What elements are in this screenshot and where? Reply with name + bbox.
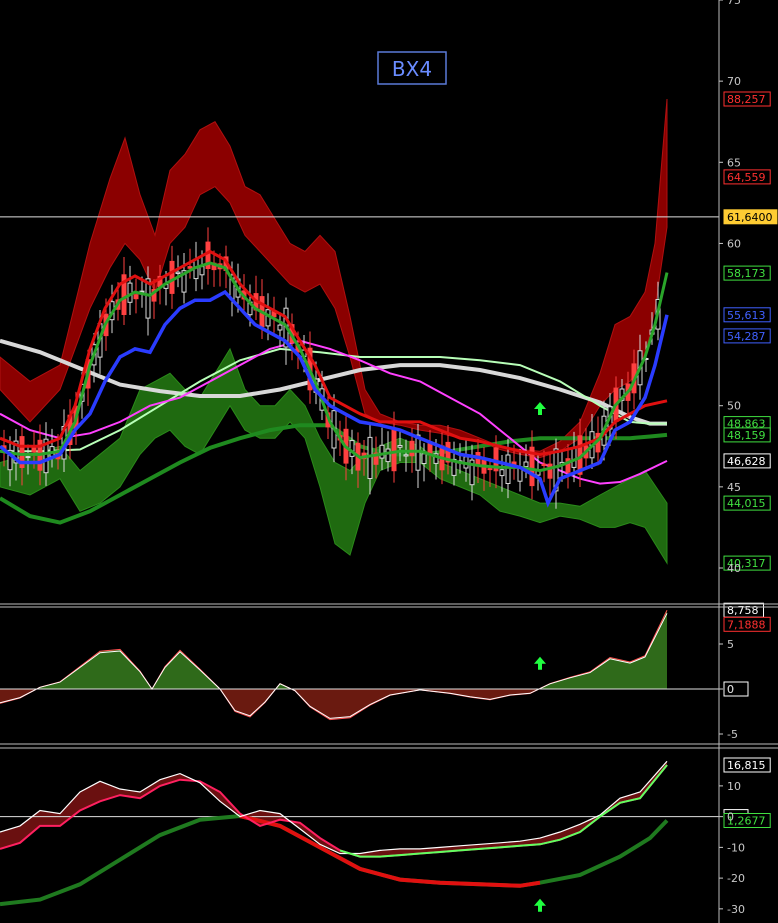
chart-canvas: 88,257 64,559 61,6400 58,173 55,613 54,287 48,…	[0, 0, 778, 923]
symbol-label: BX4	[392, 57, 432, 81]
value-tag-label: 7,1888	[727, 618, 766, 631]
candle-body	[499, 469, 505, 477]
value-tag: 46,628	[723, 453, 771, 469]
axis-tick-label: 60	[727, 237, 741, 250]
value-tag: 7,1888	[723, 616, 771, 632]
candle-body	[421, 453, 427, 464]
axis-tick-label: 0	[727, 683, 734, 696]
axis-tick-label: 45	[727, 481, 741, 494]
axis-tick-label: 50	[727, 400, 741, 413]
axis-tick-label: 10	[727, 780, 741, 793]
candle-body	[277, 324, 283, 331]
axis-tick-label: 65	[727, 156, 741, 169]
value-tag-label: 16,815	[727, 759, 766, 772]
value-tag-label: 61,6400	[727, 211, 773, 224]
candle-body	[175, 271, 181, 275]
candle-body	[367, 436, 373, 479]
value-tag: 48,159	[723, 427, 771, 443]
axis-tick-label: 5	[727, 638, 734, 651]
candle-body	[379, 444, 385, 459]
axis-tick-label: -30	[727, 903, 745, 916]
value-tag: 54,287	[723, 328, 771, 344]
candle-body	[523, 461, 529, 468]
value-tag: 16,815	[723, 757, 771, 773]
candle-body	[169, 260, 175, 294]
value-tag-label: 44,015	[727, 497, 766, 510]
value-tag: 64,559	[723, 169, 771, 185]
candle-body	[409, 440, 415, 457]
candle-body	[397, 445, 403, 448]
candle-body	[403, 454, 409, 457]
axis-tick-label: -20	[727, 872, 745, 885]
value-tag-label: 88,257	[727, 93, 766, 106]
axis-tick-label: 75	[727, 0, 741, 7]
axis-tick-label: 70	[727, 75, 741, 88]
value-tag-label: 64,559	[727, 171, 766, 184]
value-tag-label: 55,613	[727, 309, 766, 322]
value-tag: 55,613	[723, 307, 771, 323]
symbol-badge[interactable]: BX4	[377, 51, 447, 85]
candle-body	[547, 463, 553, 479]
candle-body	[25, 456, 31, 459]
candle-body	[505, 454, 511, 484]
value-tag: 61,6400	[723, 209, 778, 225]
axis-tick-label: 0	[727, 811, 734, 824]
value-tag-label: 48,159	[727, 429, 766, 442]
value-tag-label: 46,628	[727, 455, 766, 468]
candle-body	[391, 428, 397, 472]
candle-body	[541, 463, 547, 467]
axis-tick-label: 40	[727, 562, 741, 575]
candle-body	[571, 447, 577, 468]
value-tag-label: 54,287	[727, 330, 766, 343]
axis-tick-label: -5	[727, 728, 738, 741]
candle-body	[133, 294, 139, 300]
value-tag: 88,257	[723, 91, 771, 107]
value-tag-label: 8,758	[727, 604, 759, 617]
axis-tick-label: -10	[727, 841, 745, 854]
value-tag: 8,758	[723, 602, 764, 618]
value-tag: 44,015	[723, 495, 771, 511]
value-tag: 58,173	[723, 265, 771, 281]
candle-body	[199, 266, 205, 276]
candle-body	[385, 448, 391, 463]
candle-body	[487, 468, 493, 471]
value-tag-label: 58,173	[727, 267, 766, 280]
